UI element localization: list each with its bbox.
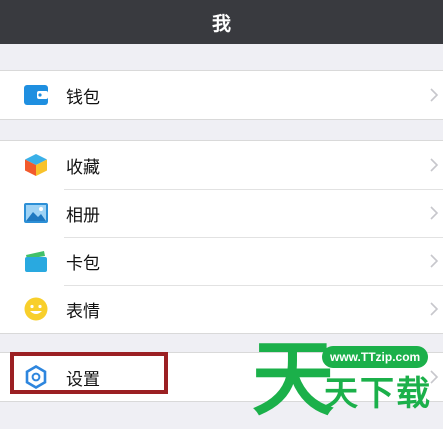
smiley-icon xyxy=(24,297,48,321)
collections-group: 收藏 相册 卡包 表情 xyxy=(0,140,443,334)
menu-item-label: 表情 xyxy=(66,301,100,322)
wallet-group: 钱包 xyxy=(0,70,443,120)
wallet-icon xyxy=(24,83,48,107)
menu-item-label: 卡包 xyxy=(66,253,100,274)
chevron-right-icon xyxy=(429,205,439,221)
chevron-right-icon xyxy=(429,301,439,317)
settings-highlight-box xyxy=(10,352,168,394)
chevron-right-icon xyxy=(429,87,439,103)
menu-item-favorites[interactable]: 收藏 xyxy=(0,141,443,189)
menu-item-stickers[interactable]: 表情 xyxy=(0,285,443,333)
card-wallet-icon xyxy=(24,249,48,273)
watermark-text: 天下载 xyxy=(324,374,432,414)
menu-item-wallet[interactable]: 钱包 xyxy=(0,71,443,119)
menu-item-album[interactable]: 相册 xyxy=(0,189,443,237)
watermark-big-char: 天 xyxy=(252,332,335,427)
menu-item-label: 收藏 xyxy=(66,157,100,178)
watermark-logo: 天 www.TTzip.com 天下载 xyxy=(250,334,440,426)
menu-item-label: 钱包 xyxy=(66,87,100,108)
watermark-url: www.TTzip.com xyxy=(322,346,429,368)
menu-item-card-wallet[interactable]: 卡包 xyxy=(0,237,443,285)
favorites-cube-icon xyxy=(24,153,48,177)
album-picture-icon xyxy=(24,201,48,225)
menu-item-label: 相册 xyxy=(66,205,100,226)
chevron-right-icon xyxy=(429,157,439,173)
chevron-right-icon xyxy=(429,253,439,269)
page-title: 我 xyxy=(211,12,231,35)
top-bar: 我 xyxy=(0,0,443,44)
